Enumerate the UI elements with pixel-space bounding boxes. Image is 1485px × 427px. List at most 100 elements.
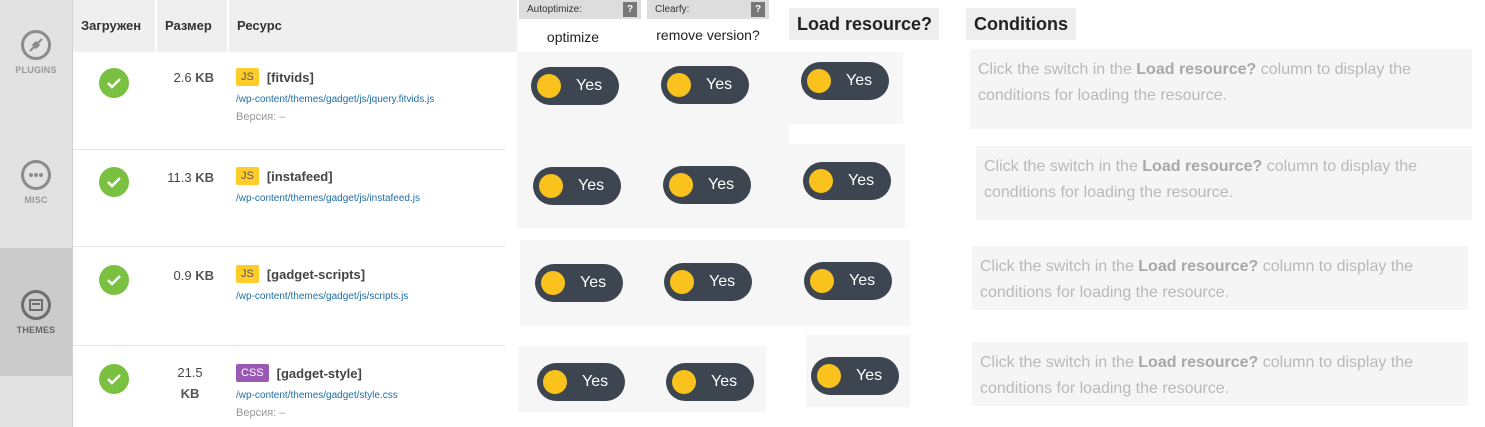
size-value: 21.5 (177, 365, 203, 380)
conditions-cell: Click the switch in the Load resource? c… (972, 246, 1468, 310)
conditions-text: Click the switch in the (980, 354, 1139, 371)
size-unit: KB (195, 70, 214, 85)
resource-name: [fitvids] (266, 69, 314, 85)
toggle-label: Yes (846, 72, 873, 89)
toggle-knob (672, 370, 696, 394)
toggle-knob (807, 69, 831, 93)
sidebar-item-themes[interactable]: THEMES (0, 248, 72, 376)
row-separator (73, 149, 505, 150)
sidebar-item-label: THEMES (16, 325, 56, 335)
load-resource-toggle[interactable]: Yes (804, 262, 892, 300)
toggle-knob (809, 169, 833, 193)
resource-version: Версия: – (236, 407, 286, 420)
clearfy-toggle[interactable]: Yes (661, 66, 749, 104)
resource-path-link[interactable]: /wp-content/themes/gadget/style.css (236, 390, 398, 401)
row-separator (73, 345, 505, 346)
resource-size: 11.3 KB (134, 170, 214, 185)
toggle-knob (669, 173, 693, 197)
conditions-cell: Click the switch in the Load resource? c… (970, 49, 1472, 129)
autoptimize-toggle[interactable]: Yes (535, 264, 623, 302)
resource-name: [gadget-style] (276, 365, 362, 381)
resource-type-badge: JS (236, 265, 259, 283)
autoptimize-toggle[interactable]: Yes (537, 363, 625, 401)
themes-icon (21, 290, 51, 320)
conditions-text-bold: Load resource? (1136, 61, 1257, 78)
table-header: Загружен Размер Ресурс (73, 0, 517, 52)
conditions-text-bold: Load resource? (1142, 158, 1263, 175)
load-resource-toggle[interactable]: Yes (803, 162, 891, 200)
toggle-knob (541, 271, 565, 295)
clearfy-toggle[interactable]: Yes (666, 363, 754, 401)
clearfy-remove-version-label: remove version? (656, 27, 760, 43)
header-resource[interactable]: Ресурс (229, 0, 509, 52)
autoptimize-header: Autoptimize: ? (519, 0, 641, 19)
toggle-label: Yes (849, 272, 876, 289)
plug-icon (21, 30, 51, 60)
toggle-knob (543, 370, 567, 394)
toggle-knob (810, 269, 834, 293)
toggle-knob (667, 73, 691, 97)
resource-version: Версия: – (236, 111, 286, 124)
toggle-label: Yes (848, 172, 875, 189)
autoptimize-help-button[interactable]: ? (623, 2, 637, 17)
size-value: 0.9 (173, 268, 192, 283)
clearfy-toggle[interactable]: Yes (663, 166, 751, 204)
more-dots-icon (21, 160, 51, 190)
toggle-knob (670, 270, 694, 294)
resource-cell: JS [fitvids] /wp-content/themes/gadget/js… (236, 68, 434, 123)
resource-name: [instafeed] (266, 168, 333, 184)
resource-cell: CSS [gadget-style] /wp-content/themes/gad… (236, 364, 398, 419)
sidebar: PLUGINS MISC THEMES (0, 0, 73, 427)
toggle-label: Yes (580, 274, 607, 291)
sidebar-item-label: MISC (24, 195, 48, 205)
resource-type-badge: CSS (236, 364, 269, 382)
clearfy-header: Clearfy: ? (647, 0, 769, 19)
conditions-header: Conditions (966, 8, 1076, 40)
loaded-check-icon (99, 68, 129, 98)
size-unit: KB (180, 386, 200, 401)
toggle-label: Yes (576, 77, 603, 94)
conditions-text-bold: Load resource? (1138, 258, 1259, 275)
resource-type-badge: JS (236, 167, 259, 185)
autoptimize-toggle[interactable]: Yes (533, 167, 621, 205)
resource-path-link[interactable]: /wp-content/themes/gadget/js/instafeed.j… (236, 193, 420, 204)
header-size[interactable]: Размер (157, 0, 227, 52)
resource-path-link[interactable]: /wp-content/themes/gadget/js/jquery.fitv… (236, 94, 434, 105)
autoptimize-header-label: Autoptimize: (527, 4, 583, 15)
resource-size: 21.5 KB (160, 362, 220, 404)
toggle-knob (537, 74, 561, 98)
size-value: 2.6 (173, 70, 192, 85)
load-resource-header: Load resource? (789, 8, 939, 40)
row-separator (73, 246, 505, 247)
toggle-label: Yes (708, 176, 735, 193)
loaded-check-icon (99, 364, 129, 394)
resource-cell: JS [instafeed] /wp-content/themes/gadget/… (236, 167, 420, 204)
size-unit: KB (195, 268, 214, 283)
sidebar-item-plugins[interactable]: PLUGINS (0, 30, 72, 90)
header-loaded[interactable]: Загружен (73, 0, 155, 52)
autoptimize-toggle[interactable]: Yes (531, 67, 619, 105)
resource-type-badge: JS (236, 68, 259, 86)
load-resource-toggle[interactable]: Yes (811, 357, 899, 395)
toggle-knob (817, 364, 841, 388)
toggle-label: Yes (706, 76, 733, 93)
conditions-text: Click the switch in the (984, 158, 1143, 175)
resource-size: 0.9 KB (134, 268, 214, 283)
toggle-label: Yes (709, 273, 736, 290)
size-value: 11.3 (167, 170, 192, 185)
toggle-label: Yes (856, 367, 883, 384)
loaded-check-icon (99, 265, 129, 295)
sidebar-item-misc[interactable]: MISC (0, 160, 72, 220)
resource-cell: JS [gadget-scripts] /wp-content/themes/ga… (236, 265, 408, 302)
conditions-text: Click the switch in the (978, 61, 1137, 78)
clearfy-toggle[interactable]: Yes (664, 263, 752, 301)
toggle-knob (539, 174, 563, 198)
toggle-label: Yes (582, 373, 609, 390)
toggle-label: Yes (711, 373, 738, 390)
conditions-cell: Click the switch in the Load resource? c… (976, 146, 1472, 220)
toggle-label: Yes (578, 177, 605, 194)
clearfy-help-button[interactable]: ? (751, 2, 765, 17)
loaded-check-icon (99, 167, 129, 197)
resource-path-link[interactable]: /wp-content/themes/gadget/js/scripts.js (236, 291, 408, 302)
load-resource-toggle[interactable]: Yes (801, 62, 889, 100)
